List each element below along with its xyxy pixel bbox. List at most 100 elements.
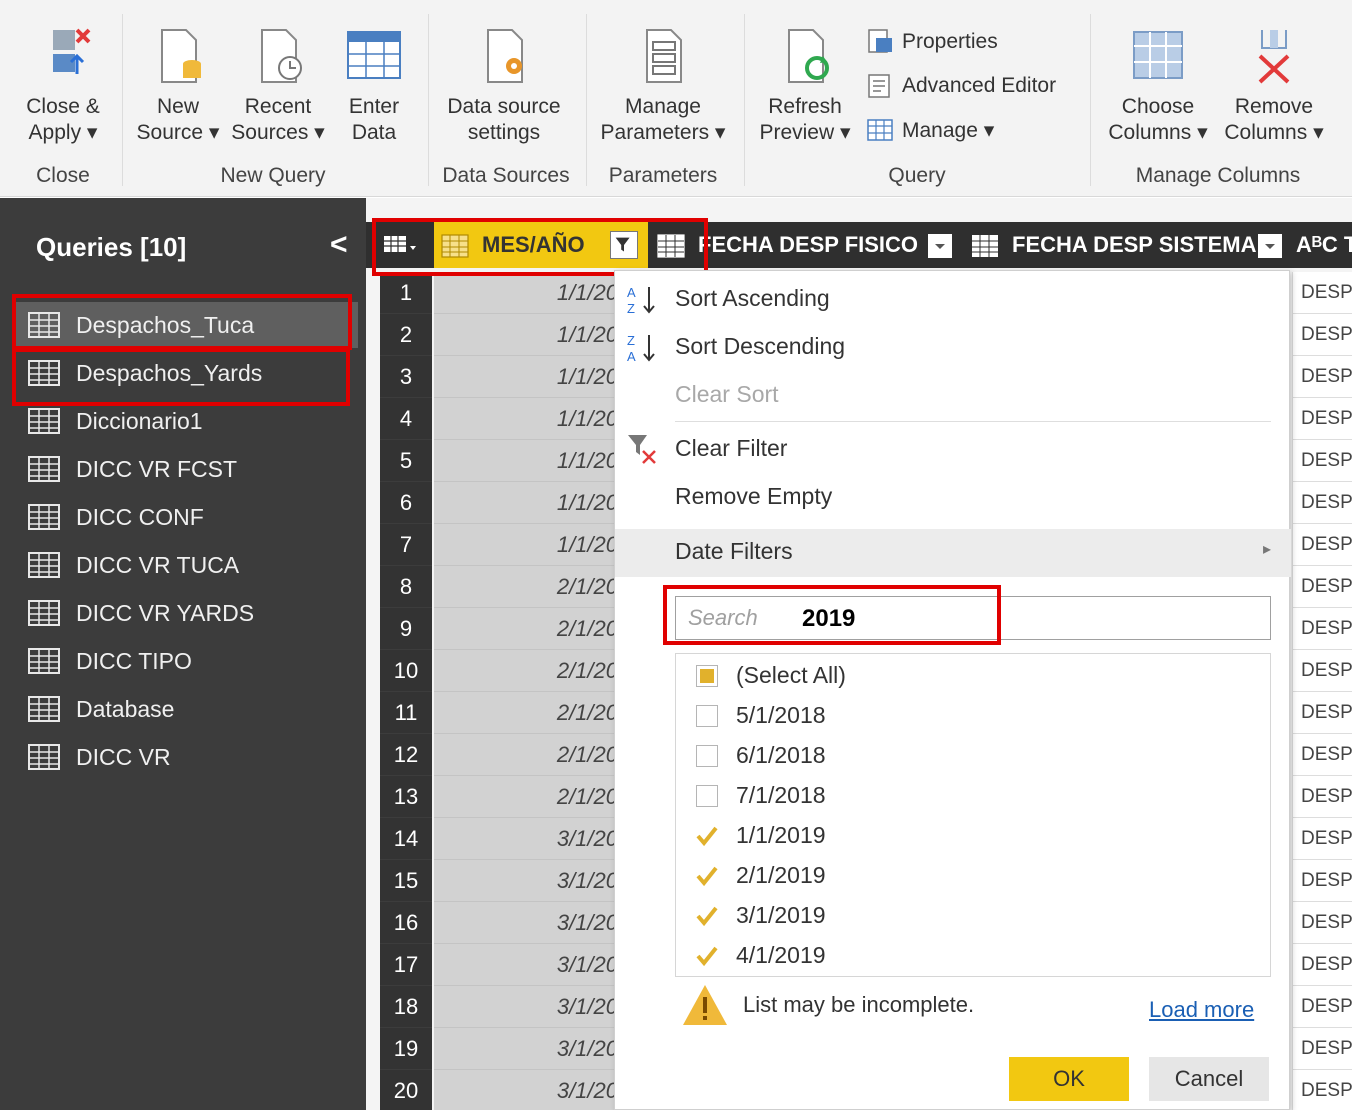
table-cell[interactable]: 2/1/20 <box>434 776 620 818</box>
table-cell[interactable]: 2/1/20 <box>434 608 620 650</box>
sort-descending-item[interactable]: Z A <box>625 331 659 370</box>
query-item[interactable]: DICC VR TUCA <box>14 542 358 588</box>
query-item[interactable]: Database <box>14 686 358 732</box>
collapse-pane-button[interactable]: < <box>330 228 348 262</box>
incomplete-warning: List may be incomplete. <box>681 983 974 1027</box>
table-cell[interactable]: DESP <box>1292 1070 1352 1110</box>
clear-filter-label[interactable]: Clear Filter <box>675 435 787 462</box>
table-cell[interactable]: DESP <box>1292 356 1352 398</box>
search-input[interactable]: Search 2019 <box>675 596 1271 640</box>
table-cell[interactable]: 3/1/20 <box>434 1028 620 1070</box>
table-cell[interactable]: DESP <box>1292 398 1352 440</box>
filter-value-item[interactable]: 2/1/2019 <box>696 862 826 889</box>
table-cell[interactable]: 1/1/20 <box>434 482 620 524</box>
table-cell[interactable]: DESP <box>1292 1028 1352 1070</box>
table-cell[interactable]: 3/1/20 <box>434 944 620 986</box>
table-cell[interactable]: DESP <box>1292 608 1352 650</box>
table-cell[interactable]: 3/1/20 <box>434 902 620 944</box>
recent-sources-button[interactable]: Recent Sources ▾ <box>228 26 328 146</box>
sort-descending-label[interactable]: Sort Descending <box>675 333 845 360</box>
table-cell[interactable]: DESP <box>1292 860 1352 902</box>
checkbox[interactable] <box>696 744 718 767</box>
filter-dropdown-button[interactable] <box>610 231 638 259</box>
table-cell[interactable]: DESP <box>1292 692 1352 734</box>
filter-value-item[interactable]: 3/1/2019 <box>696 902 826 929</box>
table-cell[interactable]: DESP <box>1292 272 1352 314</box>
filter-value-item[interactable]: 6/1/2018 <box>696 742 826 769</box>
sort-ascending-item[interactable]: A Z <box>625 283 659 322</box>
filter-value-item[interactable]: 4/1/2019 <box>696 942 826 969</box>
date-filters-item[interactable]: Date Filters ▸ <box>615 529 1291 577</box>
advanced-editor-button[interactable]: Advanced Editor <box>866 72 1056 100</box>
properties-button[interactable]: Properties <box>866 28 998 56</box>
table-cell[interactable]: 3/1/20 <box>434 986 620 1028</box>
column-dropdown-button[interactable] <box>1258 234 1282 258</box>
table-cell[interactable]: 2/1/20 <box>434 650 620 692</box>
sort-ascending-label[interactable]: Sort Ascending <box>675 285 830 312</box>
table-cell[interactable]: 1/1/20 <box>434 398 620 440</box>
checkbox-partial-icon[interactable] <box>696 664 718 687</box>
choose-columns-button[interactable]: Choose Columns ▾ <box>1100 26 1216 146</box>
column-header-text[interactable]: AᴮC T <box>1292 222 1352 268</box>
query-item[interactable]: Despachos_Tuca <box>14 302 358 348</box>
table-menu-button[interactable] <box>380 230 432 260</box>
remove-empty-item[interactable]: Remove Empty <box>675 483 832 510</box>
query-item[interactable]: DICC VR YARDS <box>14 590 358 636</box>
refresh-preview-button[interactable]: Refresh Preview ▾ <box>752 26 858 146</box>
manage-parameters-button[interactable]: Manage Parameters ▾ <box>594 26 732 146</box>
column-header-fecha-desp-sistema[interactable]: FECHA DESP SISTEMA <box>964 222 1284 268</box>
table-cell[interactable]: 1/1/20 <box>434 440 620 482</box>
ok-button[interactable]: OK <box>1009 1057 1129 1101</box>
table-cell[interactable]: DESP <box>1292 776 1352 818</box>
table-cell[interactable]: DESP <box>1292 566 1352 608</box>
table-cell[interactable]: 2/1/20 <box>434 692 620 734</box>
query-item[interactable]: Diccionario1 <box>14 398 358 444</box>
checkbox-checked-icon[interactable] <box>696 865 718 887</box>
checkbox-checked-icon[interactable] <box>696 945 718 967</box>
table-cell[interactable]: 2/1/20 <box>434 566 620 608</box>
table-cell[interactable]: 1/1/20 <box>434 356 620 398</box>
filter-value-item[interactable]: 5/1/2018 <box>696 702 826 729</box>
table-cell[interactable]: DESP <box>1292 986 1352 1028</box>
table-cell[interactable]: DESP <box>1292 440 1352 482</box>
close-apply-button[interactable]: Close & Apply ▾ <box>18 26 108 146</box>
table-cell[interactable]: DESP <box>1292 944 1352 986</box>
query-item[interactable]: DICC TIPO <box>14 638 358 684</box>
query-item[interactable]: Despachos_Yards <box>14 350 358 396</box>
checkbox[interactable] <box>696 704 718 727</box>
new-source-button[interactable]: New Source ▾ <box>132 26 224 146</box>
manage-button[interactable]: Manage ▾ <box>866 116 994 144</box>
enter-data-button[interactable]: Enter Data <box>334 26 414 146</box>
table-cell[interactable]: DESP <box>1292 314 1352 356</box>
table-cell[interactable]: DESP <box>1292 734 1352 776</box>
column-header-fecha-desp-fisico[interactable]: FECHA DESP FISICO <box>650 222 960 268</box>
table-cell[interactable]: 3/1/20 <box>434 860 620 902</box>
cancel-button[interactable]: Cancel <box>1149 1057 1269 1101</box>
table-cell[interactable]: 1/1/20 <box>434 272 620 314</box>
column-header-mes-ano[interactable]: MES/AÑO <box>434 222 648 268</box>
filter-value-item[interactable]: 7/1/2018 <box>696 782 826 809</box>
remove-columns-button[interactable]: Remove Columns ▾ <box>1218 26 1330 146</box>
table-cell[interactable]: 1/1/20 <box>434 524 620 566</box>
data-source-settings-button[interactable]: Data source settings <box>436 26 572 146</box>
column-dropdown-button[interactable] <box>928 234 952 258</box>
filter-value-item[interactable]: (Select All) <box>696 662 846 689</box>
filter-value-item[interactable]: 1/1/2019 <box>696 822 826 849</box>
query-item[interactable]: DICC CONF <box>14 494 358 540</box>
table-cell[interactable]: 3/1/20 <box>434 1070 620 1110</box>
table-cell[interactable]: 1/1/20 <box>434 314 620 356</box>
table-cell[interactable]: DESP <box>1292 482 1352 524</box>
table-cell[interactable]: 3/1/20 <box>434 818 620 860</box>
query-item[interactable]: DICC VR FCST <box>14 446 358 492</box>
load-more-link[interactable]: Load more <box>1149 997 1254 1023</box>
table-cell[interactable]: 2/1/20 <box>434 734 620 776</box>
checkbox-checked-icon[interactable] <box>696 905 718 927</box>
checkbox-checked-icon[interactable] <box>696 825 718 847</box>
table-cell[interactable]: DESP <box>1292 902 1352 944</box>
table-cell[interactable]: DESP <box>1292 818 1352 860</box>
table-cell[interactable]: DESP <box>1292 524 1352 566</box>
clear-filter-item[interactable] <box>625 431 659 470</box>
table-cell[interactable]: DESP <box>1292 650 1352 692</box>
checkbox[interactable] <box>696 784 718 807</box>
query-item[interactable]: DICC VR <box>14 734 358 780</box>
